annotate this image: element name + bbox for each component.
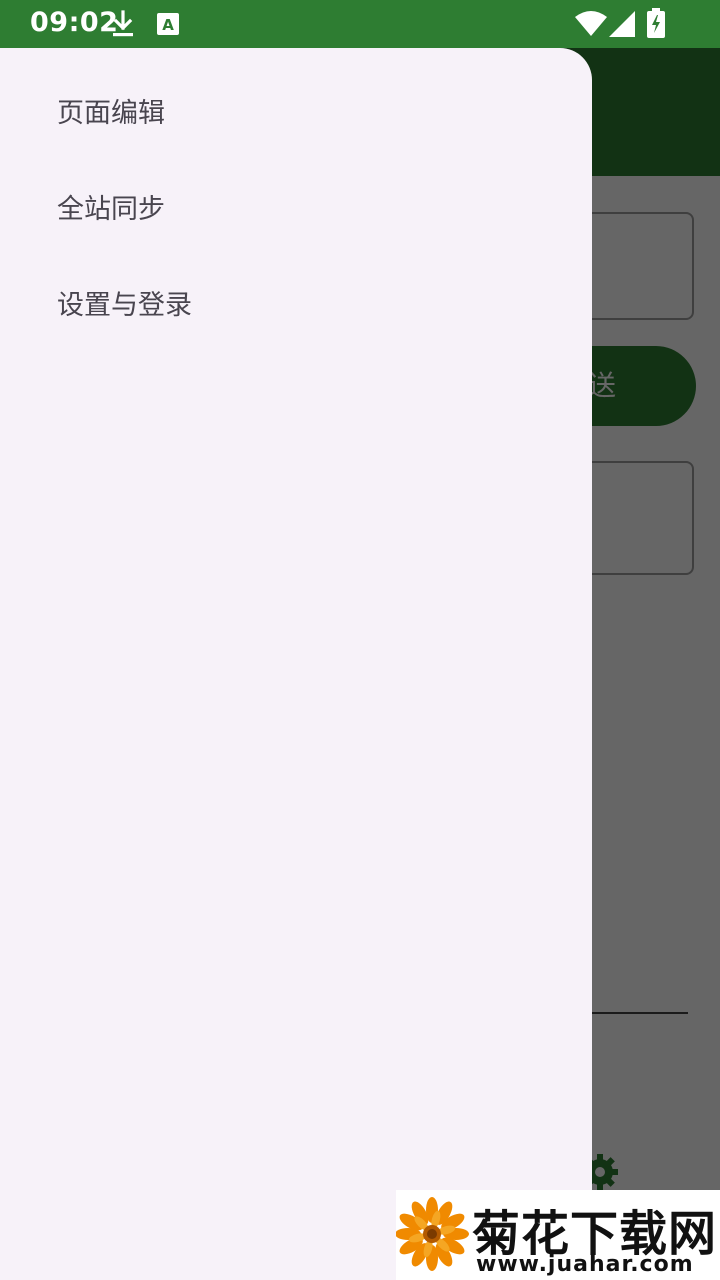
cell-signal-icon xyxy=(609,11,635,37)
keyboard-a-icon: A xyxy=(157,13,179,35)
flower-icon xyxy=(396,1197,469,1271)
watermark: 菊花下载网 www.juahar.com xyxy=(396,1190,720,1280)
battery-charging-icon xyxy=(647,8,665,38)
drawer-item-label: 页面编辑 xyxy=(57,98,165,129)
status-bar: 09:02 A xyxy=(0,0,720,48)
drawer-item-site-sync[interactable]: 全站同步 xyxy=(0,162,592,258)
watermark-url: www.juahar.com xyxy=(476,1252,694,1277)
status-time: 09:02 xyxy=(30,7,119,38)
svg-text:A: A xyxy=(162,16,174,34)
wifi-icon xyxy=(575,11,607,36)
drawer-item-label: 全站同步 xyxy=(57,194,165,225)
navigation-drawer: 页面编辑 全站同步 设置与登录 xyxy=(0,48,592,1280)
drawer-item-label: 设置与登录 xyxy=(57,290,192,321)
download-icon xyxy=(113,10,133,37)
drawer-item-page-edit[interactable]: 页面编辑 xyxy=(0,66,592,162)
drawer-item-settings-login[interactable]: 设置与登录 xyxy=(0,258,592,354)
